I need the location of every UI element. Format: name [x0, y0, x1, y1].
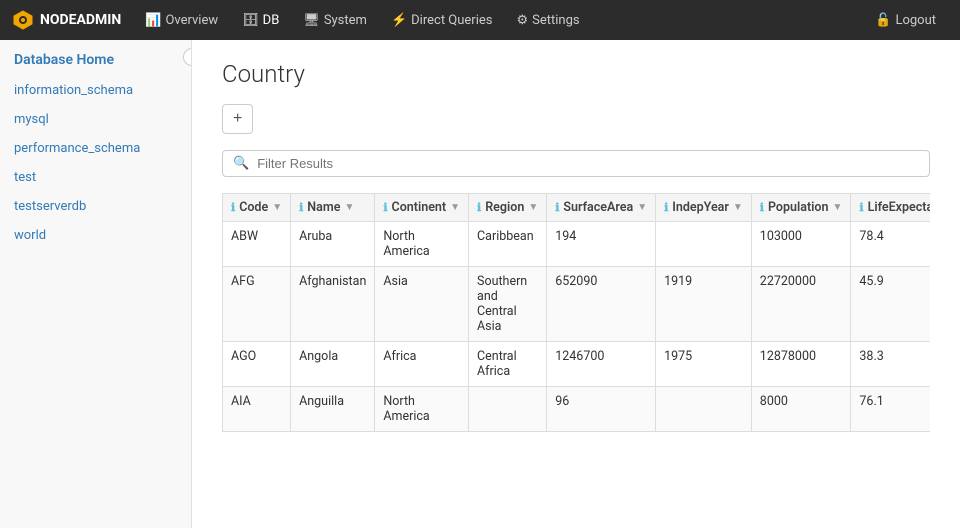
layout: ‹ Database Home information_schema mysql… [0, 40, 960, 528]
info-icon-indep-year[interactable]: ℹ [664, 201, 668, 214]
sidebar-header[interactable]: Database Home [0, 40, 191, 76]
sidebar-item-performance_schema[interactable]: performance_schema [0, 134, 191, 163]
cell-region: Caribbean [469, 222, 547, 267]
sidebar: ‹ Database Home information_schema mysql… [0, 40, 192, 528]
cell-name: Afghanistan [291, 267, 375, 342]
cell-surface_area: 1246700 [547, 342, 656, 387]
header-row: ℹ Code ▼ ℹ Name ▼ [223, 194, 931, 222]
cell-indep_year [656, 222, 752, 267]
add-button[interactable]: + [222, 104, 253, 134]
table-row[interactable]: AIAAnguillaNorth America96800076.163Angu… [223, 387, 931, 432]
cell-code: AGO [223, 342, 291, 387]
cell-code: AIA [223, 387, 291, 432]
cell-code: ABW [223, 222, 291, 267]
cell-life_expectancy: 38.3 [851, 342, 930, 387]
cell-name: Angola [291, 342, 375, 387]
brand[interactable]: NODEADMIN [12, 9, 121, 31]
sort-icon-continent[interactable]: ▼ [450, 202, 460, 213]
cell-life_expectancy: 78.4 [851, 222, 930, 267]
cell-name: Anguilla [291, 387, 375, 432]
main-content: Country + 🔍 ℹ Code ▼ [192, 40, 960, 528]
cell-region: Central Africa [469, 342, 547, 387]
th-name: ℹ Name ▼ [291, 194, 375, 222]
cell-name: Aruba [291, 222, 375, 267]
th-surface-area: ℹ SurfaceArea ▼ [547, 194, 656, 222]
info-icon-name[interactable]: ℹ [299, 201, 303, 214]
sidebar-item-test[interactable]: test [0, 163, 191, 192]
gear-icon: ⚙ [516, 13, 528, 28]
sort-icon-indep-year[interactable]: ▼ [733, 202, 743, 213]
cell-region: Southern and Central Asia [469, 267, 547, 342]
sort-icon-name[interactable]: ▼ [344, 202, 354, 213]
cell-surface_area: 652090 [547, 267, 656, 342]
nav-item-db[interactable]: 🗄 DB [232, 7, 289, 34]
chart-icon: 📊 [145, 13, 161, 28]
table-row[interactable]: AGOAngolaAfricaCentral Africa12467001975… [223, 342, 931, 387]
search-icon: 🔍 [233, 156, 249, 171]
cell-life_expectancy: 76.1 [851, 387, 930, 432]
nav-item-settings[interactable]: ⚙ Settings [506, 7, 589, 34]
logout-button[interactable]: 🔓 Logout [863, 8, 948, 33]
table-body: ABWArubaNorth AmericaCaribbean1941030007… [223, 222, 931, 432]
th-life-expectancy: ℹ LifeExpectancy ▼ [851, 194, 930, 222]
table-row[interactable]: AFGAfghanistanAsiaSouthern and Central A… [223, 267, 931, 342]
cell-indep_year: 1919 [656, 267, 752, 342]
cell-continent: Asia [375, 267, 469, 342]
sidebar-item-world[interactable]: world [0, 221, 191, 250]
data-table: ℹ Code ▼ ℹ Name ▼ [222, 193, 930, 432]
navbar-right: 🔓 Logout [863, 8, 948, 33]
cell-continent: North America [375, 387, 469, 432]
page-title: Country [222, 60, 930, 88]
top-navbar: NODEADMIN 📊 Overview 🗄 DB 🖥 System ⚡ Dir… [0, 0, 960, 40]
th-continent: ℹ Continent ▼ [375, 194, 469, 222]
cell-continent: North America [375, 222, 469, 267]
th-region: ℹ Region ▼ [469, 194, 547, 222]
cell-population: 12878000 [751, 342, 851, 387]
cell-continent: Africa [375, 342, 469, 387]
sidebar-item-information_schema[interactable]: information_schema [0, 76, 191, 105]
th-population: ℹ Population ▼ [751, 194, 851, 222]
info-icon-region[interactable]: ℹ [477, 201, 481, 214]
table-head: ℹ Code ▼ ℹ Name ▼ [223, 194, 931, 222]
cell-population: 8000 [751, 387, 851, 432]
sort-icon-region[interactable]: ▼ [528, 202, 538, 213]
table-row[interactable]: ABWArubaNorth AmericaCaribbean194 1030007… [223, 222, 931, 267]
info-icon-code[interactable]: ℹ [231, 201, 235, 214]
info-icon-continent[interactable]: ℹ [383, 201, 387, 214]
cell-surface_area: 194 [547, 222, 656, 267]
bolt-icon: ⚡ [391, 13, 407, 28]
filter-input[interactable] [257, 156, 919, 171]
cell-indep_year [656, 387, 752, 432]
filter-bar: 🔍 [222, 150, 930, 177]
sidebar-item-mysql[interactable]: mysql [0, 105, 191, 134]
cell-region [469, 387, 547, 432]
info-icon-life-expectancy[interactable]: ℹ [859, 201, 863, 214]
table-wrapper: ℹ Code ▼ ℹ Name ▼ [222, 193, 930, 432]
nav-item-system[interactable]: 🖥 System [293, 7, 377, 34]
sidebar-item-testserverdb[interactable]: testserverdb [0, 192, 191, 221]
cell-life_expectancy: 45.9 [851, 267, 930, 342]
cell-code: AFG [223, 267, 291, 342]
sort-icon-surface-area[interactable]: ▼ [637, 202, 647, 213]
info-icon-population[interactable]: ℹ [760, 201, 764, 214]
sort-icon-population[interactable]: ▼ [832, 202, 842, 213]
nav-item-overview[interactable]: 📊 Overview [135, 7, 228, 34]
nav-item-direct-queries[interactable]: ⚡ Direct Queries [381, 7, 503, 34]
th-code: ℹ Code ▼ [223, 194, 291, 222]
db-icon: 🗄 [242, 13, 259, 28]
brand-icon [12, 9, 34, 31]
cell-indep_year: 1975 [656, 342, 752, 387]
logout-icon: 🔓 [875, 13, 891, 28]
sort-icon-code[interactable]: ▼ [272, 202, 282, 213]
info-icon-surface-area[interactable]: ℹ [555, 201, 559, 214]
cell-population: 22720000 [751, 267, 851, 342]
brand-label: NODEADMIN [40, 12, 121, 28]
th-indep-year: ℹ IndepYear ▼ [656, 194, 752, 222]
cell-surface_area: 96 [547, 387, 656, 432]
server-icon: 🖥 [303, 13, 320, 28]
cell-population: 103000 [751, 222, 851, 267]
